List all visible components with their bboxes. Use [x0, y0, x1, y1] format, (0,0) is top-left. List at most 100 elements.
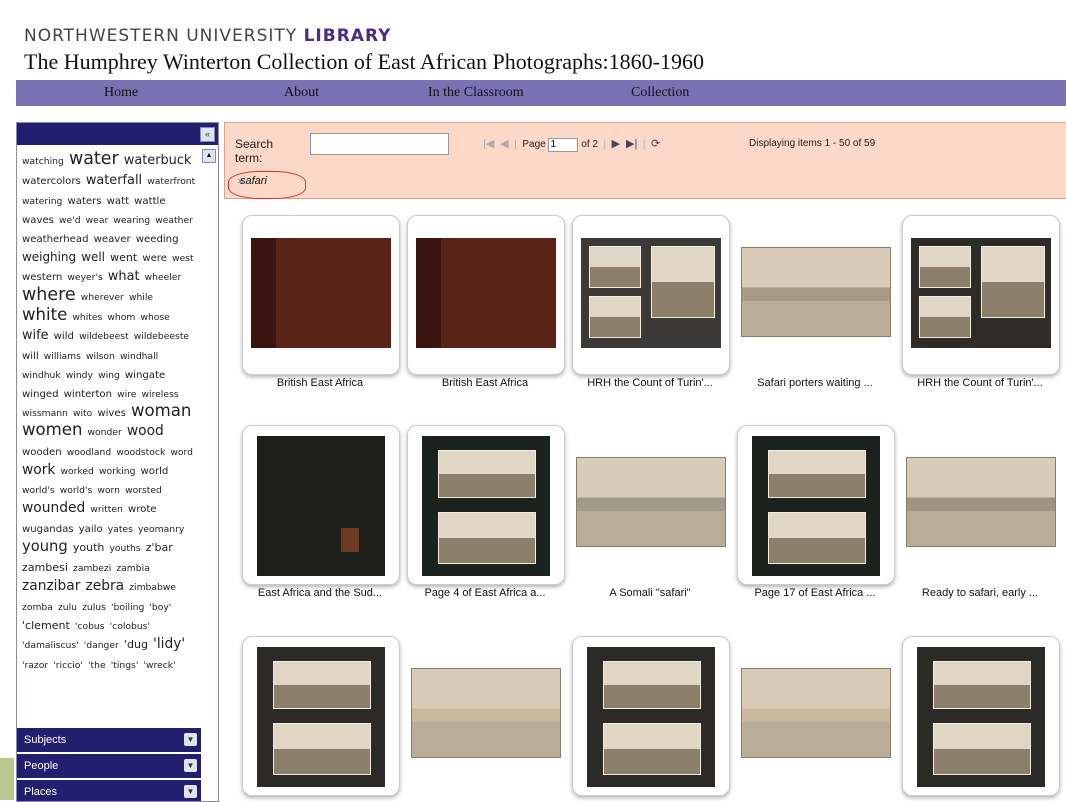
tag-cloud-term[interactable]: williams [44, 351, 81, 362]
nav-in-the-classroom[interactable]: In the Classroom [428, 85, 524, 101]
tag-cloud-term[interactable]: wingate [125, 370, 165, 381]
nav-home[interactable]: Home [104, 85, 138, 101]
result-caption[interactable]: East Africa and the Sud... [237, 587, 403, 599]
tag-cloud-term[interactable]: wilson [86, 351, 115, 362]
tag-cloud-term[interactable]: windy [66, 370, 93, 381]
tag-cloud-term[interactable]: wugandas [22, 524, 74, 535]
result-photo[interactable] [251, 238, 391, 348]
tag-cloud-term[interactable]: young [22, 538, 68, 555]
tag-cloud-term[interactable]: waterfall [86, 173, 142, 188]
tag-cloud-term[interactable]: 'razor [22, 660, 48, 671]
tag-cloud-term[interactable]: written [90, 504, 123, 516]
tag-cloud-term[interactable]: 'lidy' [153, 636, 185, 652]
result-thumbnail[interactable] [242, 425, 400, 585]
tag-cloud-term[interactable]: whose [140, 312, 169, 323]
tag-cloud-term[interactable]: zulus [82, 602, 106, 613]
tag-cloud-term[interactable]: zebra [86, 578, 125, 594]
tag-cloud-term[interactable]: waters [67, 196, 101, 207]
tag-cloud-term[interactable]: 'riccio' [53, 660, 83, 671]
tag-cloud-term[interactable]: 'wreck' [143, 660, 175, 671]
tag-cloud-term[interactable]: what [108, 269, 140, 284]
result-thumbnail[interactable] [572, 425, 728, 583]
tag-cloud-term[interactable]: z'bar [146, 541, 173, 554]
tag-cloud-term[interactable]: wing [98, 370, 120, 381]
tag-cloud-term[interactable]: waterfront [147, 176, 195, 187]
result-caption[interactable]: HRH the Count of Turin'... [567, 377, 733, 389]
tag-cloud-term[interactable]: were [142, 253, 167, 264]
tag-cloud-term[interactable]: waves [22, 215, 54, 226]
tag-cloud-term[interactable]: weather [155, 215, 193, 226]
tag-cloud-term[interactable]: wito [73, 408, 92, 419]
result-photo[interactable] [911, 238, 1051, 348]
tag-cloud-term[interactable]: 'cobus [75, 621, 105, 632]
tag-cloud-term[interactable]: wrote [128, 504, 157, 515]
tag-cloud-term[interactable]: whom [107, 312, 135, 323]
tag-cloud-term[interactable]: windhall [120, 351, 158, 362]
tag-cloud-term[interactable]: watt [107, 196, 129, 207]
accordion-subjects[interactable]: Subjects ▼ [17, 728, 201, 752]
tag-cloud-term[interactable]: youth [73, 541, 105, 554]
tag-cloud-term[interactable]: wireless [142, 389, 179, 400]
tag-cloud-term[interactable]: wire [117, 389, 136, 400]
tag-cloud-term[interactable]: wildebeest [79, 331, 129, 342]
tag-cloud-term[interactable]: where [22, 285, 76, 305]
tag-cloud-term[interactable]: worsted [125, 485, 162, 497]
nav-collection[interactable]: Collection [631, 85, 689, 101]
tag-cloud-term[interactable]: wherever [81, 292, 124, 303]
result-thumbnail[interactable] [737, 425, 895, 585]
tag-cloud-term[interactable]: waterbuck [124, 153, 192, 168]
tag-cloud-term[interactable]: wearing [113, 215, 150, 226]
tag-cloud-term[interactable]: 'tings' [111, 660, 139, 671]
tag-cloud-term[interactable]: winterton [64, 389, 112, 400]
result-photo[interactable] [587, 647, 715, 787]
tag-cloud-term[interactable]: wild [54, 331, 74, 342]
result-photo[interactable] [257, 647, 385, 787]
tag-cloud-term[interactable]: water [69, 149, 119, 169]
tag-cloud-term[interactable]: work [22, 462, 55, 478]
tag-cloud-term[interactable]: white [22, 305, 67, 324]
tag-cloud-term[interactable]: watering [22, 196, 62, 207]
tag-cloud-term[interactable]: women [22, 420, 82, 439]
tag-cloud-term[interactable]: wonder [88, 427, 122, 438]
result-thumbnail[interactable] [737, 215, 893, 373]
tag-cloud-term[interactable]: zambesi [22, 561, 68, 574]
result-thumbnail[interactable] [902, 425, 1058, 583]
result-thumbnail[interactable] [242, 636, 400, 796]
tag-cloud-term[interactable]: watching [22, 156, 64, 167]
result-caption[interactable]: Ready to safari, early ... [897, 587, 1063, 599]
scroll-up-icon[interactable]: ▲ [202, 149, 216, 163]
tag-cloud-term[interactable]: we'd [59, 215, 81, 226]
tag-cloud-term[interactable]: zambezi [73, 563, 111, 574]
result-photo[interactable] [257, 436, 385, 576]
tag-cloud-term[interactable]: western [22, 272, 62, 283]
tag-cloud-term[interactable]: woman [131, 401, 191, 420]
result-photo[interactable] [752, 436, 880, 576]
tag-cloud-term[interactable]: wounded [22, 500, 85, 516]
tag-cloud-term[interactable]: 'boiling [111, 602, 144, 613]
result-photo[interactable] [741, 668, 891, 758]
chevron-down-icon[interactable]: ▼ [184, 759, 197, 772]
result-photo[interactable] [581, 238, 721, 348]
tag-cloud-term[interactable]: woodstock [116, 447, 165, 458]
tag-cloud-term[interactable]: youths [110, 543, 141, 554]
result-thumbnail[interactable] [902, 215, 1060, 375]
tag-cloud-term[interactable]: winged [22, 389, 59, 400]
tag-cloud-term[interactable]: 'damaliscus' [22, 640, 79, 651]
tag-cloud-term[interactable]: zimbabwe [129, 582, 176, 593]
result-thumbnail[interactable] [242, 215, 400, 375]
tag-cloud-term[interactable]: wooden [22, 447, 62, 458]
tag-cloud-term[interactable]: working [99, 466, 135, 477]
result-photo[interactable] [422, 436, 550, 576]
next-page-icon[interactable]: ▶ [612, 138, 620, 150]
tag-cloud-term[interactable]: word [170, 447, 193, 458]
tag-cloud-term[interactable]: wear [86, 215, 109, 226]
result-caption[interactable]: A Somali "safari" [567, 587, 733, 599]
tag-cloud-term[interactable]: zanzibar [22, 578, 80, 594]
result-caption[interactable]: British East Africa [402, 377, 568, 389]
result-thumbnail[interactable] [572, 636, 730, 796]
tag-cloud-term[interactable]: world [141, 466, 169, 477]
double-chevron-left-icon[interactable]: « [200, 127, 215, 142]
accordion-people[interactable]: People ▼ [17, 754, 201, 778]
tag-cloud-term[interactable]: zambia [116, 563, 149, 574]
tag-cloud-term[interactable]: zomba [22, 602, 53, 613]
